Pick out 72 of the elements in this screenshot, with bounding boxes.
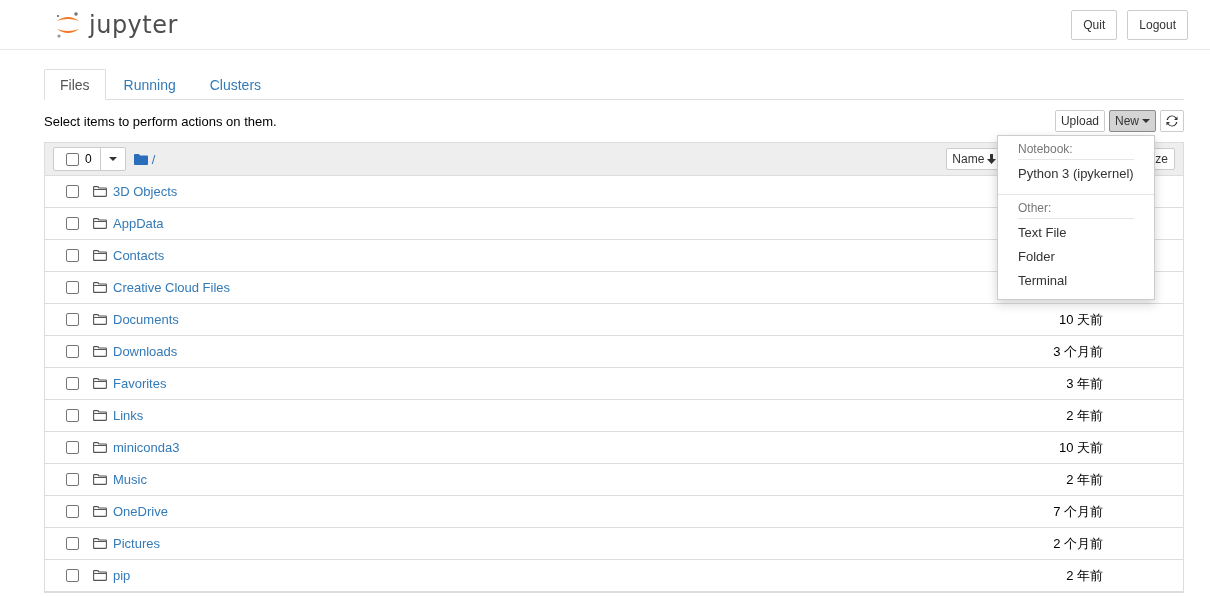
checkbox[interactable] xyxy=(66,441,79,454)
upload-button[interactable]: Upload xyxy=(1054,110,1105,132)
modified-time: 7 个月前 xyxy=(1053,502,1103,521)
new-button[interactable]: New xyxy=(1109,110,1156,132)
folder-icon xyxy=(93,570,107,581)
menu-section-header: Other: xyxy=(1017,200,1053,217)
folder-icon xyxy=(93,186,107,197)
selected-count: 0 xyxy=(85,152,92,166)
checkbox[interactable] xyxy=(66,185,79,198)
folder-link[interactable]: miniconda3 xyxy=(113,440,180,455)
modified-time: 10 天前 xyxy=(1058,438,1103,457)
folder-icon xyxy=(93,314,107,325)
folder-link[interactable]: Music xyxy=(113,472,147,487)
folder-link[interactable]: Links xyxy=(113,408,144,423)
checkbox[interactable] xyxy=(66,569,79,582)
menu-item[interactable]: Folder xyxy=(998,245,1154,269)
tab[interactable]: Files xyxy=(44,69,106,100)
folder-icon xyxy=(93,538,107,549)
checkbox[interactable] xyxy=(66,409,79,422)
modified-time: 10 天前 xyxy=(1058,310,1103,329)
folder-link[interactable]: OneDrive xyxy=(113,504,168,519)
folder-link[interactable]: Pictures xyxy=(113,536,160,551)
menu-section-header: Notebook: xyxy=(1017,141,1074,158)
modified-time: 3 个月前 xyxy=(1053,342,1103,361)
checkbox[interactable] xyxy=(66,505,79,518)
folder-icon xyxy=(93,346,107,357)
folder-link[interactable]: Creative Cloud Files xyxy=(113,280,231,295)
hint-text: Select items to perform actions on them. xyxy=(44,113,277,129)
checkbox[interactable] xyxy=(66,249,79,262)
folder-icon xyxy=(93,410,107,421)
folder-icon xyxy=(93,442,107,453)
tab[interactable]: Running xyxy=(107,69,192,100)
folder-link[interactable]: Downloads xyxy=(113,344,178,359)
menu-item[interactable]: Text File xyxy=(998,221,1154,245)
logo-wordmark: jupyter xyxy=(89,10,178,39)
caret-icon[interactable] xyxy=(108,157,117,161)
checkbox[interactable] xyxy=(66,152,79,166)
quit-button[interactable]: Quit xyxy=(1071,9,1118,40)
breadcrumb-link[interactable]: / xyxy=(151,151,156,167)
modified-time: 3 年前 xyxy=(1066,374,1103,393)
folder-icon xyxy=(93,378,107,389)
menu-item[interactable]: Terminal xyxy=(998,269,1154,293)
checkbox[interactable] xyxy=(66,217,79,230)
refresh-button[interactable] xyxy=(1160,110,1184,132)
checkbox[interactable] xyxy=(66,345,79,358)
modified-time: 2 年前 xyxy=(1066,566,1103,585)
folder-link[interactable]: 3D Objects xyxy=(113,184,178,199)
logout-button[interactable]: Logout xyxy=(1127,9,1188,40)
checkbox[interactable] xyxy=(66,281,79,294)
modified-time: 2 年前 xyxy=(1066,406,1103,425)
checkbox[interactable] xyxy=(66,473,79,486)
folder-icon xyxy=(93,250,107,261)
refresh-icon xyxy=(1166,115,1178,127)
tab[interactable]: Clusters xyxy=(193,69,278,100)
down-arrow-icon xyxy=(987,154,997,164)
checkbox[interactable] xyxy=(66,537,79,550)
folder-link[interactable]: pip xyxy=(113,568,131,583)
folder-link[interactable]: Documents xyxy=(113,312,179,327)
modified-time: 2 个月前 xyxy=(1053,534,1103,553)
logo-icon xyxy=(55,9,81,40)
folder-icon xyxy=(133,153,148,165)
folder-icon xyxy=(93,506,107,517)
folder-link[interactable]: AppData xyxy=(113,216,164,231)
folder-link[interactable]: Favorites xyxy=(113,376,167,391)
checkbox[interactable] xyxy=(66,313,79,326)
checkbox[interactable] xyxy=(66,377,79,390)
folder-icon xyxy=(93,218,107,229)
select-all-control[interactable]: 0 xyxy=(53,147,126,171)
folder-icon xyxy=(93,474,107,485)
folder-link[interactable]: Contacts xyxy=(113,248,165,263)
modified-time: 2 年前 xyxy=(1066,470,1103,489)
folder-icon xyxy=(93,282,107,293)
